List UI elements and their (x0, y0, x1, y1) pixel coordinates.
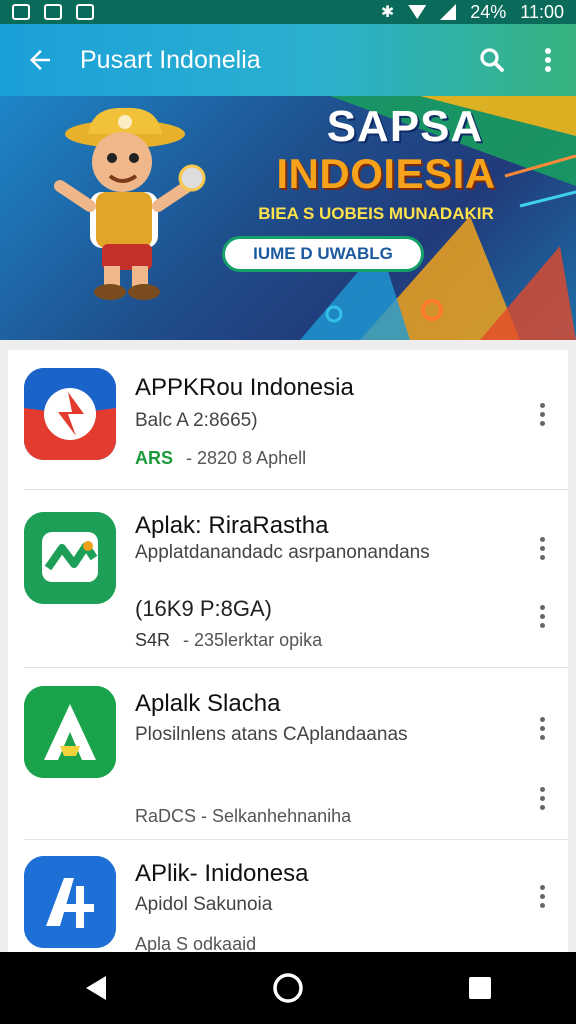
app-title: Aplak: RiraRastha (135, 512, 329, 539)
notification-icon (76, 4, 94, 20)
list-item[interactable]: APlik- Inidonesa Apidol Sakunoia Apla S … (8, 840, 568, 952)
banner-title-secondary: INDOIESIA (276, 150, 496, 197)
nav-back-button[interactable] (60, 952, 132, 1024)
back-arrow-icon (30, 50, 50, 70)
nav-recents-button[interactable] (444, 952, 516, 1024)
search-button[interactable] (464, 32, 520, 88)
banner-subtitle: BIEA S UOBEIS MUNADAKIR (258, 204, 494, 223)
app-secondary-menu-button[interactable] (530, 782, 554, 814)
notification-icons (12, 4, 94, 20)
list-item[interactable]: Aplak: RiraRastha Applatdanandadc asrpan… (8, 490, 568, 668)
wifi-icon (408, 5, 427, 19)
notification-icon (44, 4, 62, 20)
bluetooth-icon: ✱ (380, 4, 395, 21)
system-nav-bar (0, 952, 576, 1024)
app-bar: Pusart Indonelia (0, 24, 576, 96)
app-meta: Apla S odkaaid (135, 934, 256, 952)
app-details: - 235lerktar opika (183, 630, 323, 650)
app-secondary-menu-button[interactable] (530, 600, 554, 632)
banner-cta-button[interactable]: IUME D UWABLG (222, 236, 424, 272)
app-subtitle: Apidol Sakunoia (135, 894, 273, 915)
app-menu-button[interactable] (530, 712, 554, 744)
clock: 11:00 (520, 1, 564, 22)
app-meta: S4R - 235lerktar opika (135, 630, 322, 651)
app-subtitle: Balc A 2:8665) (135, 410, 258, 431)
back-button[interactable] (12, 32, 68, 88)
overflow-menu-button[interactable] (520, 32, 576, 88)
status-bar: ✱ 24% 11:00 (0, 0, 576, 24)
nav-home-button[interactable] (252, 952, 324, 1024)
app-title: APlik- Inidonesa (135, 860, 309, 887)
more-vert-icon (545, 48, 551, 72)
app-subtitle: Applatdanandadc asrpanonandans (135, 542, 430, 563)
app-list: APPKRou Indonesia Balc A 2:8665) ARS - 2… (8, 350, 568, 952)
page-title: Pusart Indonelia (80, 45, 261, 74)
rating-stars: S4R (135, 630, 171, 650)
nav-back-icon (86, 976, 106, 1000)
app-icon (24, 512, 116, 604)
app-title: APPKRou Indonesia (135, 374, 354, 401)
rating-stars: ARS (135, 448, 174, 468)
app-menu-button[interactable] (530, 532, 554, 564)
app-subtitle: Plosilnlens atans CAplandaanas (135, 724, 408, 745)
app-menu-button[interactable] (530, 880, 554, 912)
system-icons: ✱ 24% 11:00 (381, 2, 564, 23)
app-meta: RaDCS - Selkanhehnaniha (135, 806, 351, 827)
signal-icon (440, 4, 457, 20)
app-meta: ARS - 2820 8 Aphell (135, 448, 306, 469)
notification-icon (12, 4, 30, 20)
list-item[interactable]: Aplalk Slacha Plosilnlens atans CAplanda… (8, 668, 568, 840)
app-details: - 2820 8 Aphell (186, 448, 307, 468)
banner-title: SAPSA (326, 102, 484, 151)
app-title: Aplalk Slacha (135, 690, 281, 717)
promo-banner[interactable]: SAPSA INDOIESIA BIEA S UOBEIS MUNADAKIR … (0, 96, 576, 340)
app-extra: (16K9 P:8GA) (135, 596, 272, 621)
app-menu-button[interactable] (530, 398, 554, 430)
app-icon (24, 856, 116, 948)
mascot-illustration (54, 107, 206, 300)
app-details: RaDCS - Selkanhehnaniha (135, 806, 352, 826)
app-details: Apla S odkaaid (135, 934, 257, 952)
nav-recents-icon (469, 977, 491, 999)
search-icon (480, 48, 504, 72)
app-icon (24, 686, 116, 778)
app-icon (24, 368, 116, 460)
battery-text: 24% (470, 1, 507, 22)
list-item[interactable]: APPKRou Indonesia Balc A 2:8665) ARS - 2… (8, 350, 568, 490)
nav-home-icon (273, 973, 303, 1003)
